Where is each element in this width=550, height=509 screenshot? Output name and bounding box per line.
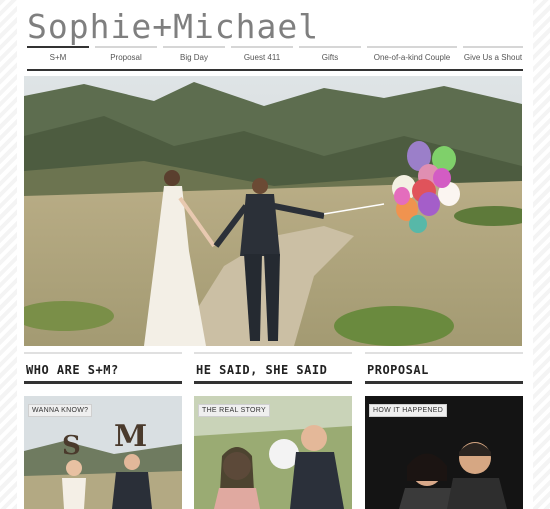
main-nav: S+M Proposal Big Day Guest 411 Gifts One… — [27, 46, 523, 66]
section-proposal: PROPOSAL HOW IT HAPPENED — [365, 352, 523, 509]
section-who-are-sm: WHO ARE S+M? S M WANNA KNOW? — [24, 352, 182, 509]
section-badge[interactable]: WANNA KNOW? — [28, 404, 93, 417]
section-he-said-she-said: HE SAID, SHE SAID THE REAL STORY — [194, 352, 352, 509]
nav-item-guest-411[interactable]: Guest 411 — [231, 46, 293, 66]
nav-item-give-us-a-shout[interactable]: Give Us a Shout — [463, 46, 523, 66]
section-heading[interactable]: HE SAID, SHE SAID — [194, 354, 352, 381]
nav-divider — [27, 69, 523, 71]
nav-item-big-day[interactable]: Big Day — [163, 46, 225, 66]
section-badge[interactable]: THE REAL STORY — [198, 404, 270, 417]
nav-item-sm[interactable]: S+M — [27, 46, 89, 66]
svg-text:S: S — [62, 431, 81, 461]
section-heading[interactable]: PROPOSAL — [365, 354, 523, 381]
hero-illustration — [24, 76, 522, 346]
section-badge[interactable]: HOW IT HAPPENED — [369, 404, 448, 417]
section-heading[interactable]: WHO ARE S+M? — [24, 354, 182, 381]
site-title[interactable]: Sophie+Michael — [27, 7, 319, 46]
page: Sophie+Michael S+M Proposal Big Day Gues… — [17, 0, 533, 509]
svg-text:M: M — [114, 419, 147, 454]
nav-item-one-of-a-kind-couple[interactable]: One-of-a-kind Couple — [367, 46, 457, 66]
nav-item-gifts[interactable]: Gifts — [299, 46, 361, 66]
nav-item-proposal[interactable]: Proposal — [95, 46, 157, 66]
hero-photo — [24, 76, 522, 346]
